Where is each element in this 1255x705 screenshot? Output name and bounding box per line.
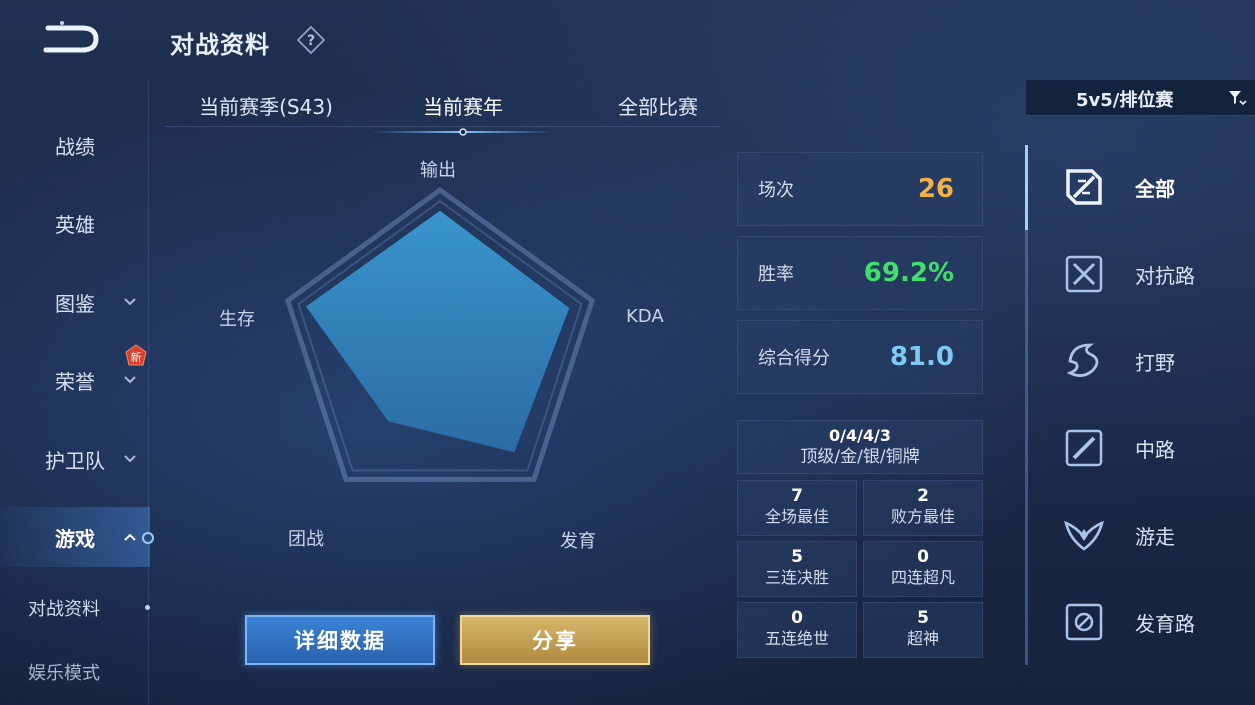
filter-icon [1229, 91, 1247, 106]
position-label: 游走 [1135, 525, 1175, 549]
medal-summary: 0/4/4/3 顶级/金/银/铜牌 [737, 420, 983, 474]
stat-label: 综合得分 [758, 348, 830, 369]
cell-number: 2 [917, 486, 929, 506]
nav-subitem-label: 对战资料 [28, 599, 100, 620]
mode-filter-dropdown[interactable]: 5v5/排位赛 [1026, 80, 1255, 116]
share-button[interactable]: 分享 [460, 615, 650, 665]
new-badge: 新 [124, 344, 148, 368]
mid-lane-icon [1065, 429, 1103, 467]
radar-label-develop: 发育 [560, 531, 596, 552]
svg-text:?: ? [307, 33, 315, 49]
nav-item-label: 游戏 [55, 526, 95, 551]
nav-item-label: 图鉴 [55, 291, 95, 316]
stat-score: 综合得分 81.0 [737, 320, 983, 394]
all-position-icon [1066, 169, 1102, 205]
page-title: 对战资料 [170, 31, 270, 59]
tab-current-season[interactable]: 当前赛季(S43) [190, 92, 342, 122]
nav-subitem-label: 娱乐模式 [28, 663, 100, 684]
stat-value: 26 [917, 174, 954, 204]
nav-subitem-battle-data[interactable]: 对战资料 [28, 588, 150, 628]
stat-cell-legendary: 5 超神 [863, 602, 983, 658]
radar-chart [284, 186, 596, 482]
position-label: 中路 [1135, 438, 1175, 462]
nav-item-game[interactable]: 游戏 [0, 507, 154, 567]
stat-cell-triple-kill: 5 三连决胜 [737, 541, 857, 597]
button-label: 分享 [532, 629, 578, 653]
medal-counts: 0/4/4/3 [828, 426, 892, 445]
jungle-icon [1066, 343, 1099, 377]
stat-cell-penta-kill: 0 五连绝世 [737, 602, 857, 658]
stat-label: 场次 [758, 180, 794, 201]
nav-item-hero[interactable]: 英雄 [0, 193, 150, 253]
stat-matches: 场次 26 [737, 152, 983, 226]
position-mid-lane[interactable]: 中路 [1030, 418, 1255, 478]
stat-cell-mvp: 7 全场最佳 [737, 480, 857, 536]
cell-label: 五连绝世 [764, 629, 829, 648]
stat-cell-quadra-kill: 0 四连超凡 [863, 541, 983, 597]
active-tab-indicator [370, 122, 556, 136]
cell-number: 5 [917, 608, 929, 628]
nav-item-codex[interactable]: 图鉴 [0, 272, 150, 332]
radar-label-survive: 生存 [219, 309, 255, 330]
nav-item-guard[interactable]: 护卫队 [0, 429, 150, 489]
nav-item-record[interactable]: 战绩 [0, 115, 150, 175]
position-clash-lane[interactable]: 对抗路 [1030, 244, 1255, 304]
position-label: 发育路 [1135, 612, 1195, 636]
stat-value: 69.2% [863, 258, 954, 288]
position-label: 对抗路 [1135, 264, 1195, 288]
position-jungle[interactable]: 打野 [1030, 331, 1255, 391]
stat-value: 81.0 [889, 342, 954, 372]
cell-number: 5 [791, 547, 803, 567]
stat-cell-losing-mvp: 2 败方最佳 [863, 480, 983, 536]
cell-number: 0 [791, 608, 803, 628]
roam-icon [1064, 520, 1104, 551]
cell-label: 败方最佳 [890, 507, 955, 526]
help-icon[interactable]: ? [296, 25, 326, 55]
active-dot [145, 605, 150, 610]
chevron-down-icon [124, 298, 136, 306]
button-label: 详细数据 [294, 629, 386, 653]
position-label: 打野 [1135, 351, 1175, 375]
medal-label: 顶级/金/银/铜牌 [800, 447, 920, 467]
radar-value-area [306, 210, 570, 453]
cell-label: 超神 [906, 629, 939, 648]
clash-lane-icon [1065, 255, 1103, 293]
tab-all-matches[interactable]: 全部比赛 [600, 92, 716, 122]
position-label: 全部 [1135, 177, 1175, 201]
stat-winrate: 胜率 69.2% [737, 236, 983, 310]
farm-lane-icon [1065, 603, 1103, 641]
nav-item-label: 战绩 [55, 134, 95, 159]
chevron-up-icon [124, 533, 136, 541]
radar-label-output: 输出 [420, 160, 456, 181]
position-roam[interactable]: 游走 [1030, 505, 1255, 565]
nav-item-label: 荣誉 [55, 369, 95, 394]
cell-number: 0 [917, 547, 929, 567]
nav-item-label: 英雄 [55, 212, 95, 237]
radar-label-teamfight: 团战 [288, 529, 324, 550]
cell-number: 7 [791, 486, 803, 506]
stat-label: 胜率 [758, 264, 794, 285]
svg-text:新: 新 [131, 350, 142, 364]
filter-label: 5v5/排位赛 [1076, 90, 1174, 111]
position-farm-lane[interactable]: 发育路 [1030, 592, 1255, 652]
radar-label-kda: KDA [626, 306, 664, 327]
cell-label: 全场最佳 [764, 507, 829, 526]
nav-subitem-entertainment[interactable]: 娱乐模式 [28, 652, 150, 692]
nav-item-label: 护卫队 [45, 448, 105, 473]
position-all[interactable]: 全部 [1030, 157, 1255, 217]
cell-label: 四连超凡 [890, 568, 955, 587]
cell-label: 三连决胜 [764, 568, 829, 587]
chevron-down-icon [124, 455, 136, 463]
tab-current-year[interactable]: 当前赛年 [403, 92, 523, 122]
position-active-indicator [1025, 145, 1028, 230]
detail-data-button[interactable]: 详细数据 [245, 615, 435, 665]
chevron-down-icon [124, 376, 136, 384]
